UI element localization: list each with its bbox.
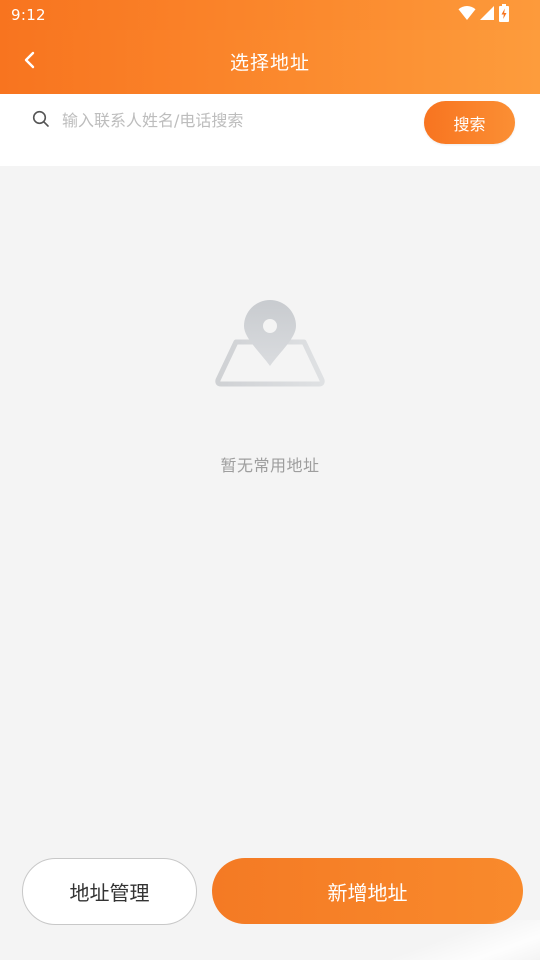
add-address-button[interactable]: 新增地址 — [212, 858, 523, 924]
status-time: 9:12 — [11, 6, 46, 24]
battery-charging-icon — [498, 4, 510, 26]
cellular-signal-icon — [479, 5, 495, 25]
empty-message: 暂无常用地址 — [220, 456, 320, 475]
status-bar: 9:12 — [0, 0, 540, 30]
address-management-button[interactable]: 地址管理 — [22, 858, 197, 925]
search-panel: 搜索 — [0, 94, 540, 166]
page-title: 选择地址 — [229, 52, 310, 74]
empty-state: 暂无常用地址 — [0, 296, 540, 476]
status-icons — [458, 4, 510, 26]
search-icon — [32, 110, 50, 128]
wifi-icon — [458, 5, 476, 25]
map-location-pin-icon — [0, 296, 540, 396]
search-button[interactable]: 搜索 — [424, 101, 515, 144]
decorative-glow — [390, 920, 540, 960]
header-bar: 选择地址 — [0, 30, 540, 94]
address-select-screen: 9:12 选择地址 输入联系人姓名/电话搜索 搜索 暂无常用地址 地址管理 新增… — [0, 0, 540, 960]
search-input[interactable] — [62, 106, 402, 134]
